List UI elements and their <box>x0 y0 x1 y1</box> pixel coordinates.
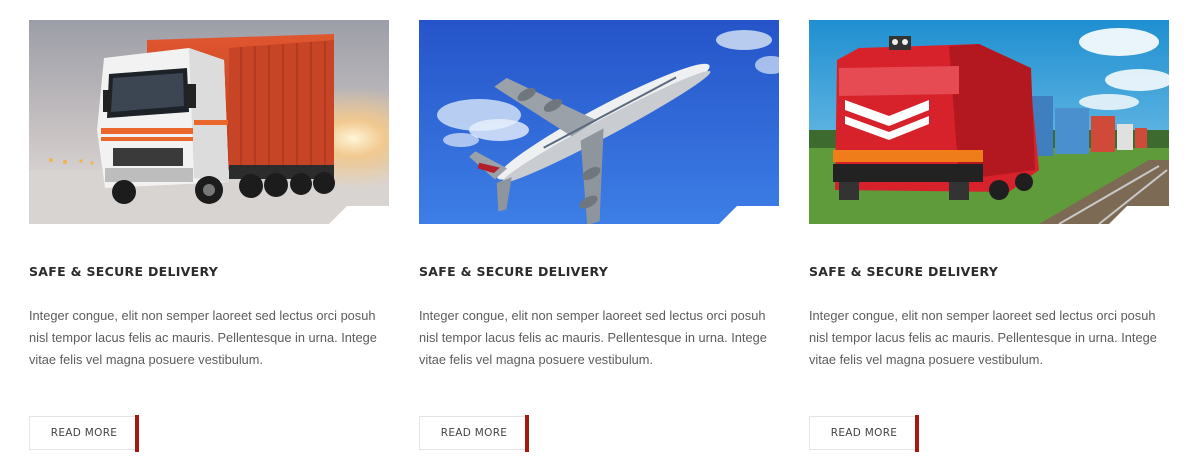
card-title: SAFE & SECURE DELIVERY <box>29 264 219 279</box>
read-more-accent-bar <box>525 415 529 452</box>
card-title: SAFE & SECURE DELIVERY <box>809 264 999 279</box>
read-more-button[interactable]: READ MORE <box>29 416 138 450</box>
train-image <box>809 20 1169 224</box>
service-card-train: SAFE & SECURE DELIVERY Integer congue, e… <box>809 20 1169 460</box>
read-more-button[interactable]: READ MORE <box>419 416 528 450</box>
service-card-truck: SAFE & SECURE DELIVERY Integer congue, e… <box>29 20 389 460</box>
truck-image <box>29 20 389 224</box>
service-card-airplane: SAFE & SECURE DELIVERY Integer congue, e… <box>419 20 779 460</box>
read-more-accent-bar <box>135 415 139 452</box>
airplane-image <box>419 20 779 224</box>
services-cards: SAFE & SECURE DELIVERY Integer congue, e… <box>0 0 1198 470</box>
card-description: Integer congue, elit non semper laoreet … <box>419 308 767 367</box>
card-description: Integer congue, elit non semper laoreet … <box>29 308 377 367</box>
read-more-accent-bar <box>915 415 919 452</box>
read-more-button[interactable]: READ MORE <box>809 416 918 450</box>
card-description: Integer congue, elit non semper laoreet … <box>809 308 1157 367</box>
card-title: SAFE & SECURE DELIVERY <box>419 264 609 279</box>
